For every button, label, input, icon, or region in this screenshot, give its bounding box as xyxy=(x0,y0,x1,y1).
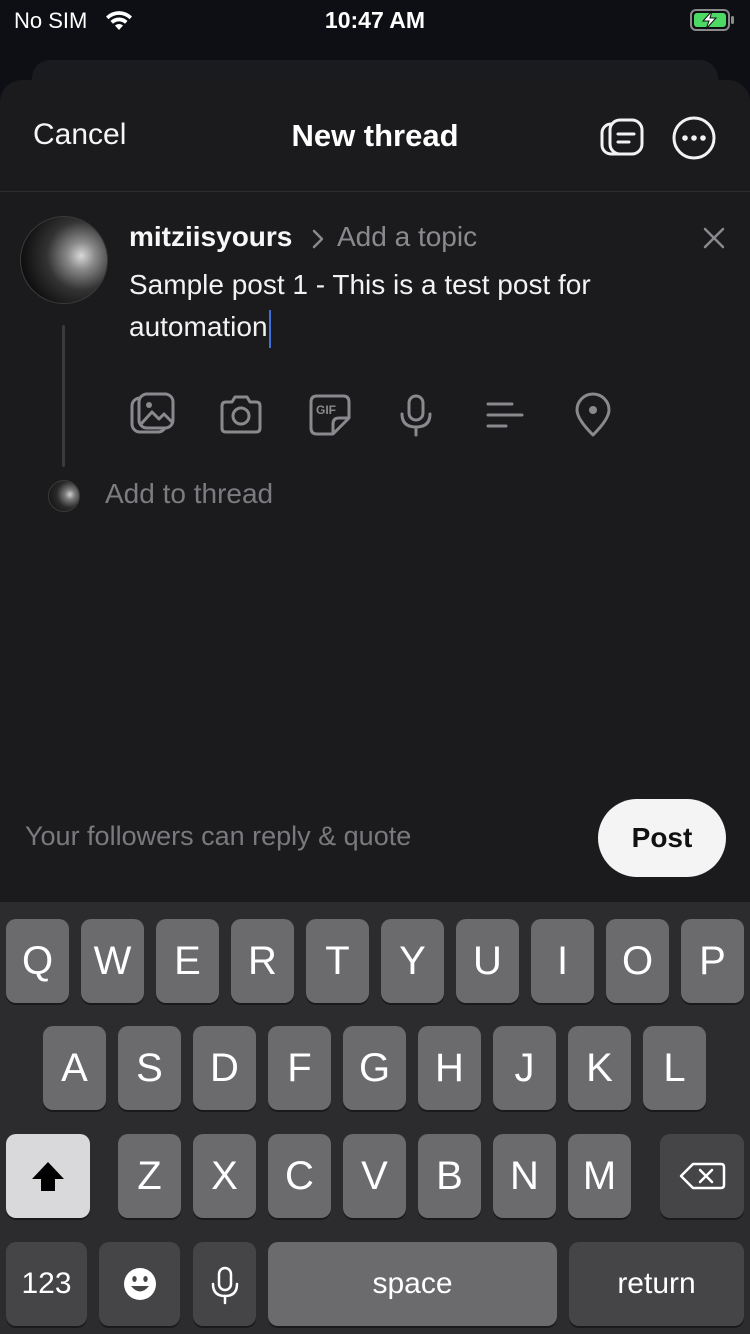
clock: 10:47 AM xyxy=(324,7,426,33)
chevron-right-icon xyxy=(310,228,326,255)
avatar xyxy=(20,216,108,304)
key-v[interactable]: V xyxy=(343,1134,406,1218)
svg-text:GIF: GIF xyxy=(316,403,336,417)
shift-key[interactable] xyxy=(6,1134,90,1218)
more-icon[interactable] xyxy=(670,114,718,162)
keyboard: Q W E R T Y U I O P A S D F G H J K L Z … xyxy=(0,902,750,1334)
camera-icon[interactable] xyxy=(216,390,266,440)
emoji-icon xyxy=(123,1268,156,1300)
key-w[interactable]: W xyxy=(81,919,144,1003)
key-e[interactable]: E xyxy=(156,919,219,1003)
dictation-icon xyxy=(211,1266,238,1305)
key-x[interactable]: X xyxy=(193,1134,256,1218)
dictation-key[interactable] xyxy=(193,1242,256,1326)
key-z[interactable]: Z xyxy=(118,1134,181,1218)
post-button[interactable]: Post xyxy=(598,799,726,877)
key-l[interactable]: L xyxy=(643,1026,706,1110)
key-b[interactable]: B xyxy=(418,1134,481,1218)
compose-header: Cancel New thread xyxy=(0,80,750,192)
location-icon[interactable] xyxy=(568,390,618,440)
thread-line xyxy=(62,325,65,467)
key-h[interactable]: H xyxy=(418,1026,481,1110)
key-d[interactable]: D xyxy=(193,1026,256,1110)
shift-icon xyxy=(32,1162,64,1191)
return-key[interactable]: return xyxy=(569,1242,744,1326)
backspace-key[interactable] xyxy=(660,1134,744,1218)
post-text: Sample post 1 - This is a test post for … xyxy=(129,269,591,342)
key-a[interactable]: A xyxy=(43,1026,106,1110)
emoji-key[interactable] xyxy=(99,1242,180,1326)
key-o[interactable]: O xyxy=(606,919,669,1003)
key-n[interactable]: N xyxy=(493,1134,556,1218)
key-i[interactable]: I xyxy=(531,919,594,1003)
key-u[interactable]: U xyxy=(456,919,519,1003)
gallery-icon[interactable] xyxy=(128,390,178,440)
drafts-icon[interactable] xyxy=(598,114,646,162)
poll-icon[interactable] xyxy=(480,390,530,440)
key-p[interactable]: P xyxy=(681,919,744,1003)
key-m[interactable]: M xyxy=(568,1134,631,1218)
space-key[interactable]: space xyxy=(268,1242,557,1326)
key-q[interactable]: Q xyxy=(6,919,69,1003)
text-caret xyxy=(268,309,271,348)
avatar-small xyxy=(48,480,80,512)
key-k[interactable]: K xyxy=(568,1026,631,1110)
microphone-icon[interactable] xyxy=(391,390,441,440)
attachment-toolbar: GIF xyxy=(128,390,628,440)
key-r[interactable]: R xyxy=(231,919,294,1003)
username: mitziisyours xyxy=(129,221,293,252)
backspace-icon xyxy=(679,1162,726,1190)
key-j[interactable]: J xyxy=(493,1026,556,1110)
key-y[interactable]: Y xyxy=(381,919,444,1003)
key-s[interactable]: S xyxy=(118,1026,181,1110)
add-topic-button[interactable]: Add a topic xyxy=(337,221,477,253)
key-g[interactable]: G xyxy=(343,1026,406,1110)
add-to-thread-button[interactable]: Add to thread xyxy=(105,478,273,510)
key-c[interactable]: C xyxy=(268,1134,331,1218)
battery-charging-icon xyxy=(690,8,736,37)
gif-icon[interactable]: GIF xyxy=(305,390,355,440)
key-t[interactable]: T xyxy=(306,919,369,1003)
close-icon[interactable] xyxy=(700,224,728,252)
key-f[interactable]: F xyxy=(268,1026,331,1110)
status-bar: No SIM 10:47 AM xyxy=(0,0,750,44)
post-text-input[interactable]: Sample post 1 - This is a test post for … xyxy=(129,264,689,348)
numbers-key[interactable]: 123 xyxy=(6,1242,87,1326)
reply-permission-button[interactable]: Your followers can reply & quote xyxy=(25,821,411,852)
